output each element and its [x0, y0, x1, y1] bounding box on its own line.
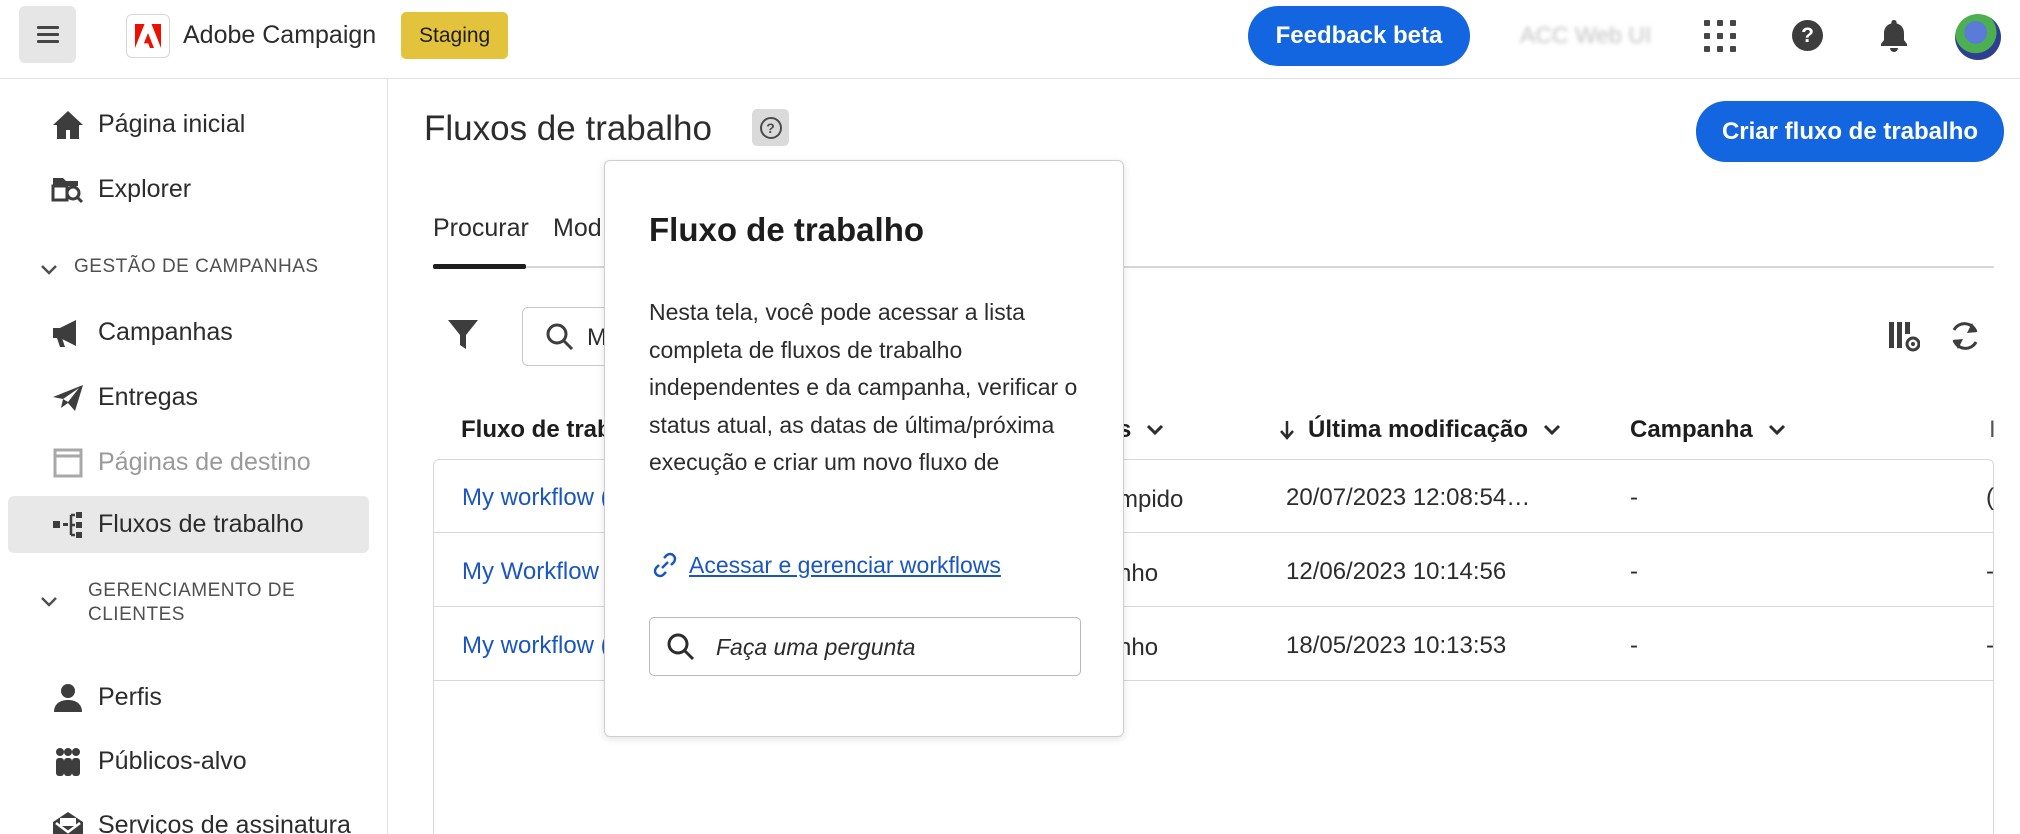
- workflow-icon: [50, 507, 86, 543]
- org-switcher[interactable]: ACC Web UI: [1520, 22, 1651, 49]
- status-cell: nho: [1118, 634, 1159, 661]
- chevron-down-icon: [1768, 424, 1785, 436]
- campaign-cell: -: [1630, 632, 1638, 659]
- sidebar-item-landing-pages: Páginas de destino: [8, 434, 369, 491]
- popover-link-label[interactable]: Acessar e gerenciar workflows: [689, 552, 1001, 579]
- extra-cell: -: [1986, 558, 1994, 585]
- home-icon: [50, 107, 86, 143]
- section-campaign-management[interactable]: GESTÃO DE CAMPANHAS: [38, 255, 319, 281]
- column-header-extra[interactable]: I: [1989, 416, 1996, 444]
- last-modified-cell: 12/06/2023 10:14:56: [1286, 558, 1507, 585]
- hamburger-icon: [36, 25, 59, 44]
- ask-question-input[interactable]: Faça uma pergunta: [649, 617, 1081, 676]
- sidebar-item-label: Fluxos de trabalho: [98, 510, 304, 538]
- sidebar-item-subscription-services[interactable]: Serviços de assinatura: [8, 797, 369, 834]
- sidebar-item-label: Serviços de assinatura: [98, 811, 351, 834]
- megaphone-icon: [50, 315, 86, 351]
- explorer-icon: [50, 172, 86, 208]
- chevron-down-icon: [41, 597, 57, 607]
- popover-title: Fluxo de trabalho: [649, 211, 925, 248]
- feedback-button[interactable]: Feedback beta: [1248, 6, 1470, 66]
- column-header-campaign[interactable]: Campanha: [1630, 416, 1787, 444]
- contextual-help-button[interactable]: ?: [752, 109, 789, 146]
- section-label: GESTÃO DE CAMPANHAS: [74, 256, 319, 277]
- sort-arrow-down-icon: [1280, 421, 1294, 440]
- popover-doc-link[interactable]: Acessar e gerenciar workflows: [649, 549, 1001, 581]
- user-icon: [50, 680, 86, 716]
- column-header-workflow[interactable]: Fluxo de trab: [461, 416, 612, 444]
- status-cell: nho: [1118, 560, 1159, 587]
- sidebar-item-home[interactable]: Página inicial: [8, 96, 369, 153]
- user-avatar[interactable]: [1955, 14, 2001, 60]
- sidebar-item-profiles[interactable]: Perfis: [8, 669, 369, 726]
- create-workflow-button[interactable]: Criar fluxo de trabalho: [1696, 101, 2004, 162]
- page-title: Fluxos de trabalho: [424, 109, 712, 148]
- top-bar: Adobe Campaign Staging Feedback beta ACC…: [0, 0, 2020, 79]
- search-icon: [667, 633, 695, 661]
- sidebar-item-label: Públicos-alvo: [98, 747, 247, 775]
- extra-cell: -: [1986, 632, 1994, 659]
- active-tab-indicator: [433, 264, 526, 269]
- tab-browse[interactable]: Procurar: [433, 214, 529, 243]
- help-circle-icon: ?: [759, 116, 782, 139]
- sidebar-item-label: Páginas de destino: [98, 448, 311, 476]
- sidebar-item-explorer[interactable]: Explorer: [8, 161, 369, 218]
- link-icon: [653, 552, 677, 578]
- column-header-label: Fluxo de trab: [461, 416, 612, 443]
- column-header-status[interactable]: s: [1118, 416, 1165, 444]
- ask-question-placeholder: Faça uma pergunta: [716, 634, 916, 660]
- sidebar-item-label: Campanhas: [98, 318, 233, 346]
- campaign-cell: -: [1630, 484, 1638, 511]
- send-icon: [50, 380, 86, 416]
- app-switcher-icon[interactable]: [1704, 20, 1736, 52]
- column-header-last-modified[interactable]: Última modificação: [1278, 416, 1562, 444]
- last-modified-cell: 20/07/2023 12:08:54…: [1286, 484, 1531, 511]
- column-header-label: Última modificação: [1308, 416, 1529, 443]
- workflow-name-link[interactable]: My Workflow: [462, 558, 599, 586]
- search-icon: [546, 323, 574, 351]
- refresh-icon[interactable]: [1948, 319, 1982, 353]
- adobe-logo-icon[interactable]: [126, 14, 170, 58]
- chevron-down-icon: [41, 265, 57, 275]
- environment-badge: Staging: [401, 12, 509, 59]
- help-icon[interactable]: ?: [1792, 20, 1823, 51]
- section-client-management[interactable]: GERENCIAMENTO DE CLIENTES: [38, 579, 295, 627]
- sidebar-item-campaigns[interactable]: Campanhas: [8, 304, 369, 361]
- workflow-name-link[interactable]: My workflow (: [462, 632, 609, 660]
- sidebar-item-label: Perfis: [98, 683, 162, 711]
- filter-icon[interactable]: [447, 318, 479, 352]
- landing-page-icon: [50, 445, 86, 481]
- sidebar-item-label: Página inicial: [98, 110, 246, 138]
- workflow-name-link[interactable]: My workflow (: [462, 484, 609, 512]
- sidebar-item-label: Entregas: [98, 383, 199, 411]
- sidebar: Página inicial Explorer GESTÃO DE CAMPAN…: [0, 79, 388, 834]
- column-settings-icon[interactable]: [1888, 320, 1921, 352]
- sidebar-item-audiences[interactable]: Públicos-alvo: [8, 733, 369, 790]
- chevron-down-icon: [1147, 424, 1164, 436]
- section-label-line1: GERENCIAMENTO DE: [88, 580, 296, 601]
- sidebar-item-deliveries[interactable]: Entregas: [8, 369, 369, 426]
- campaign-cell: -: [1630, 558, 1638, 585]
- audiences-icon: [50, 744, 86, 780]
- column-header-label: Campanha: [1630, 416, 1753, 443]
- menu-toggle-button[interactable]: [19, 6, 76, 63]
- tab-models[interactable]: Mod: [553, 214, 602, 243]
- sidebar-item-label: Explorer: [98, 175, 192, 203]
- extra-cell: (: [1986, 484, 1994, 511]
- chevron-down-icon: [1544, 424, 1561, 436]
- last-modified-cell: 18/05/2023 10:13:53: [1286, 632, 1507, 659]
- sidebar-item-workflows[interactable]: Fluxos de trabalho: [8, 496, 369, 553]
- section-label-line2: CLIENTES: [88, 604, 185, 625]
- section-label: GERENCIAMENTO DE CLIENTES: [88, 579, 295, 627]
- notifications-bell-icon[interactable]: [1878, 18, 1910, 52]
- subscription-icon: [50, 808, 86, 834]
- contextual-help-popover: Fluxo de trabalho Nesta tela, você pode …: [604, 160, 1124, 737]
- popover-description: Nesta tela, você pode acessar a lista co…: [649, 299, 1078, 475]
- status-cell: mpido: [1118, 486, 1184, 513]
- app-name[interactable]: Adobe Campaign: [183, 21, 376, 50]
